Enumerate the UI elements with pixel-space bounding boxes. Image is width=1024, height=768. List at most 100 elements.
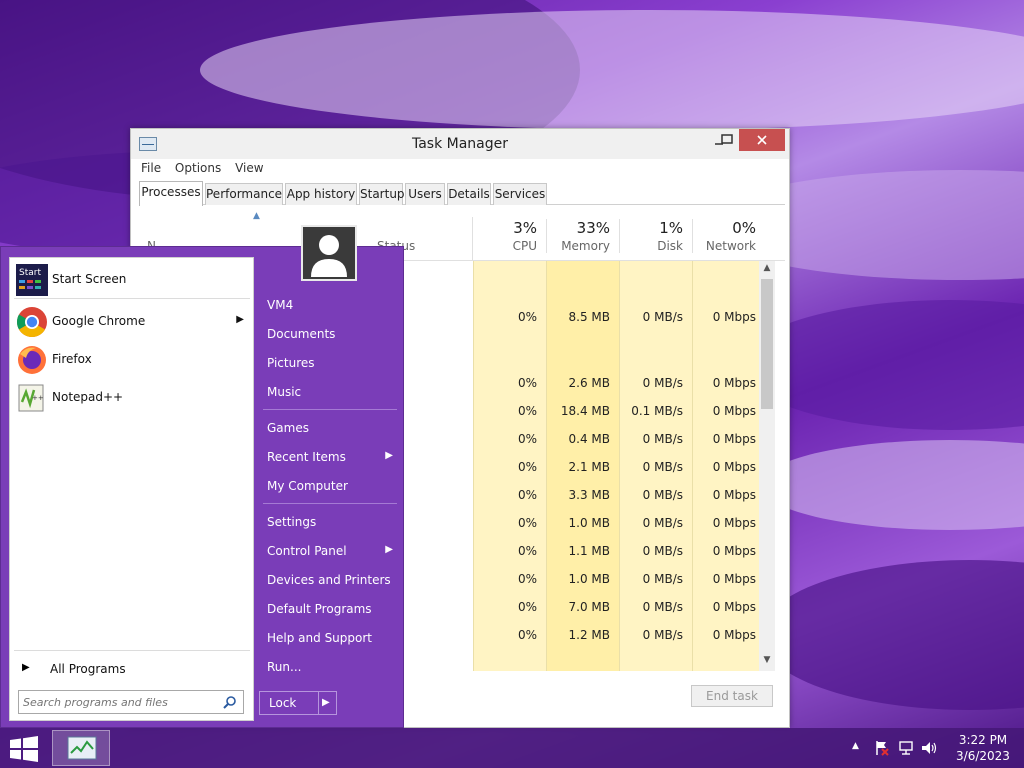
cpu-label: CPU [512,239,537,253]
clock-time: 3:22 PM [958,733,1008,747]
disk-cell: 0 MB/s [642,376,683,390]
cpu-cell: 0% [517,460,537,474]
network-cell: 0 Mbps [712,460,756,474]
pinned-firefox[interactable]: Firefox [14,342,250,376]
taskbar: ▲ 3:22 PM 3/6/2023 [0,728,1024,768]
close-button[interactable] [739,129,785,151]
disk-cell: 0 MB/s [642,460,683,474]
memory-cell: 1.2 MB [568,628,610,642]
scroll-thumb[interactable] [761,279,773,409]
network-label: Network [705,239,756,253]
start-menu-item-vm4[interactable]: VM4 [263,295,397,317]
menu-view[interactable]: View [235,161,263,175]
tab-startup[interactable]: Startup [359,183,405,205]
pinned-google-chrome[interactable]: Google Chrome ▶ [14,304,250,338]
start-menu-item-run[interactable]: Run... [263,657,397,679]
cpu-cell: 0% [517,488,537,502]
disk-label: Disk [657,239,683,253]
start-menu-item-control-panel[interactable]: Control Panel ▶ [263,541,397,563]
column-disk-header[interactable]: 1% Disk [619,219,691,253]
volume-icon[interactable] [920,740,938,756]
tab-services[interactable]: Services [493,183,547,205]
title-bar[interactable]: Task Manager [131,129,789,159]
pinned-label: Google Chrome [52,314,146,328]
windows-start-icon[interactable] [8,736,40,762]
search-box[interactable] [18,690,244,714]
start-menu-item-music[interactable]: Music [263,382,397,404]
start-menu-item-label: My Computer [267,479,348,493]
start-menu-item-settings[interactable]: Settings [263,512,397,534]
start-menu-item-default-programs[interactable]: Default Programs [263,599,397,621]
clock[interactable]: 3:22 PM 3/6/2023 [950,732,1016,764]
cpu-cell: 0% [517,572,537,586]
start-menu-item-devices-and-printers[interactable]: Devices and Printers [263,570,397,592]
taskbar-task-manager-button[interactable] [52,730,110,766]
end-task-button[interactable]: End task [691,685,773,707]
start-menu-item-pictures[interactable]: Pictures [263,353,397,375]
network-cell: 0 Mbps [712,404,756,418]
network-cell: 0 Mbps [712,310,756,324]
cpu-cell: 0% [517,544,537,558]
memory-cell: 1.0 MB [568,572,610,586]
start-menu-item-recent-items[interactable]: Recent Items ▶ [263,447,397,469]
network-cell: 0 Mbps [712,432,756,446]
start-menu-item-label: Run... [267,660,302,674]
menu-options[interactable]: Options [175,161,221,175]
network-percent: 0% [732,219,756,237]
memory-cell: 7.0 MB [568,600,610,614]
lock-options-arrow-icon[interactable]: ▶ [322,697,330,708]
menu-file[interactable]: File [141,161,161,175]
tab-users[interactable]: Users [405,183,445,205]
memory-cell: 18.4 MB [560,404,610,418]
start-menu-item-games[interactable]: Games [263,418,397,440]
network-cell: 0 Mbps [712,544,756,558]
search-icon[interactable] [223,695,237,709]
start-menu-item-help-and-support[interactable]: Help and Support [263,628,397,650]
cpu-cell: 0% [517,628,537,642]
scroll-up-icon[interactable]: ▲ [759,263,775,277]
pinned-label: Notepad++ [52,390,124,404]
network-cell: 0 Mbps [712,376,756,390]
start-menu-item-documents[interactable]: Documents [263,324,397,346]
tab-performance[interactable]: Performance [205,183,283,205]
start-menu-item-label: Pictures [267,356,315,370]
maximize-button[interactable] [715,129,739,151]
disk-cell: 0 MB/s [642,544,683,558]
scroll-down-icon[interactable]: ▼ [759,655,775,669]
tab-app-history[interactable]: App history [285,183,357,205]
tab-processes[interactable]: Processes [139,181,203,206]
all-programs-arrow-icon: ▶ [22,662,30,673]
tab-strip: Processes Performance App history Startu… [139,181,785,206]
start-screen-icon: Start [16,264,48,296]
show-hidden-icons-icon[interactable]: ▲ [852,741,859,751]
user-avatar[interactable] [301,225,357,281]
tab-details[interactable]: Details [447,183,491,205]
network-icon[interactable] [898,740,914,756]
lock-label: Lock [269,696,297,710]
pinned-label: Start Screen [52,272,127,286]
column-cpu-header[interactable]: 3% CPU [473,219,545,253]
disk-cell: 0.1 MB/s [631,404,683,418]
disk-cell: 0 MB/s [642,488,683,502]
pinned-label: Firefox [52,352,92,366]
column-network-header[interactable]: 0% Network [692,219,764,253]
task-manager-icon [67,736,97,760]
notepadpp-icon: ++ [18,384,44,412]
memory-cell: 0.4 MB [568,432,610,446]
start-menu-item-my-computer[interactable]: My Computer [263,476,397,498]
memory-cell: 1.1 MB [568,544,610,558]
start-menu-item-label: Music [267,385,302,399]
all-programs-label: All Programs [50,662,126,676]
submenu-arrow-icon: ▶ [385,544,393,555]
start-menu: Start Start Screen Google Chrome ▶ Firef… [0,225,404,728]
user-icon [311,235,347,277]
column-memory-header[interactable]: 33% Memory [546,219,618,253]
search-input[interactable] [23,693,217,711]
network-cell: 0 Mbps [712,600,756,614]
action-center-icon[interactable] [874,740,890,756]
all-programs-button[interactable]: ▶ All Programs [18,658,248,680]
lock-button[interactable]: Lock ▶ [259,691,337,715]
pinned-start-screen[interactable]: Start Start Screen [14,262,250,296]
pinned-notepadpp[interactable]: ++ Notepad++ [14,380,250,414]
vertical-scrollbar[interactable]: ▲ ▼ [759,261,775,671]
